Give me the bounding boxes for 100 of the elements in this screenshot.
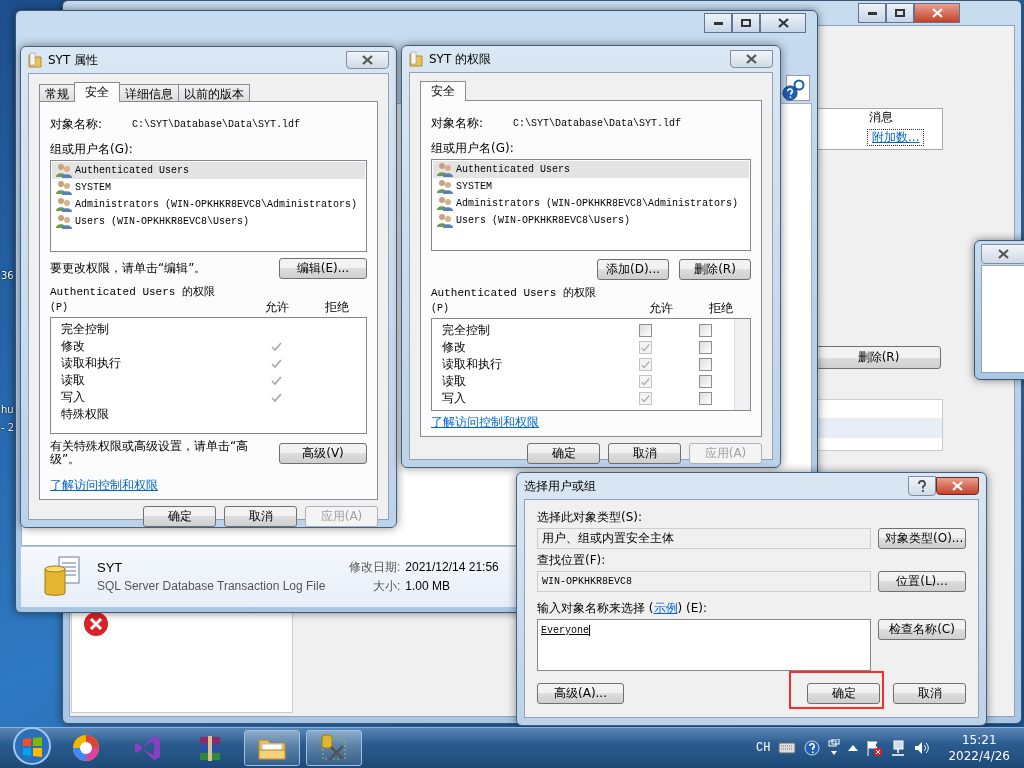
add-button[interactable]: 添加(D)... [597,259,669,280]
flag-icon[interactable] [866,740,883,756]
user-item[interactable]: Users (WIN-OPKHKR8EVC8\Users) [52,213,365,230]
network-icon[interactable] [890,740,907,756]
language-indicator[interactable]: CH [756,740,771,756]
field-label: 查找位置(F): [537,553,607,568]
location-button[interactable]: 位置(L)... [878,571,966,592]
help-button[interactable] [908,476,936,496]
advanced-button[interactable]: 高级(A)... [537,683,624,704]
start-button[interactable] [12,726,52,768]
up-arrow-icon[interactable] [848,744,859,752]
advanced-button[interactable]: 高级(V) [279,442,367,464]
dialog-button[interactable]: 确定 [143,506,216,527]
user-item[interactable]: Authenticated Users [52,162,365,179]
clock[interactable]: 15:21 2022/4/26 [948,732,1010,764]
close-icon [998,249,1009,259]
help-icon [918,480,926,492]
maximize-icon [741,19,751,27]
user-name: Authenticated Users [75,164,190,178]
tab[interactable]: 以前的版本 [178,84,250,101]
user-item[interactable]: Authenticated Users [433,161,749,178]
user-name: SYSTEM [75,181,111,195]
user-name: Users (WIN-OPKHKR8EVC8\Users) [75,215,250,229]
user-item[interactable]: SYSTEM [52,179,365,196]
close-button[interactable] [760,13,806,33]
desktop-label: hu [1,403,14,417]
cancel-button[interactable]: 取消 [893,683,966,704]
close-button[interactable] [936,477,979,495]
close-button[interactable] [914,3,960,23]
checkbox[interactable] [638,324,652,337]
close-icon [777,18,789,28]
permission-title: Authenticated Users 的权限 [431,286,598,301]
permission-name: 读取 [61,373,86,388]
user-name: Authenticated Users [456,163,571,177]
help-link[interactable]: 了解访问控制和权限 [50,478,158,492]
close-icon [931,8,943,18]
object-name-input[interactable]: Everyone [537,619,871,671]
clock-time: 15:21 [961,732,997,748]
field-label: 对象名称: [431,116,484,131]
check-names-button[interactable]: 检查名称(C) [878,619,966,640]
taskbar-button[interactable] [244,730,300,766]
ok-button[interactable]: 确定 [807,682,880,704]
close-button[interactable] [981,244,1024,264]
dialog-button[interactable]: 取消 [224,506,297,527]
user-name: SYSTEM [456,180,492,194]
user-item[interactable]: SYSTEM [433,178,749,195]
scrollbar[interactable] [734,319,750,410]
tab[interactable]: 详细信息 [119,84,179,101]
column-header: 拒绝 [324,300,350,315]
column-header: 允许 [264,300,290,315]
help-icon[interactable] [782,85,798,101]
user-name: Administrators (WIN-OPKHKR8EVC8\Administrators) [75,198,358,212]
checkbox[interactable] [698,375,712,388]
field-label: 输入对象名称来选择 (示例) (E): [537,601,708,616]
column-header: 拒绝 [708,301,734,316]
close-button[interactable] [730,50,773,68]
object-path: C:\SYT\Database\Data\SYT.ldf [132,118,301,132]
message-link[interactable]: 附加数... [867,129,925,146]
user-item[interactable]: Administrators (WIN-OPKHKR8EVC8\Administrators) [52,196,365,213]
speaker-icon[interactable] [914,740,931,756]
folder-icon [409,51,423,67]
dialog-button[interactable]: 确定 [527,443,600,464]
ribbon-icon [134,734,162,762]
delete-button[interactable]: 删除(R) [816,346,941,369]
tab[interactable]: 安全 [74,82,120,102]
minimize-button[interactable] [858,3,886,23]
window-switch-icon[interactable] [828,739,841,757]
modified-label: 修改日期: [349,560,401,575]
taskbar-button[interactable] [306,730,362,766]
permission-title: Authenticated Users 的权限 [50,285,217,300]
permission-name: 写入 [442,391,467,406]
tab[interactable]: 安全 [420,81,466,101]
maximize-icon [895,9,905,17]
help-link[interactable]: 了解访问控制和权限 [431,415,539,429]
users-icon [437,213,453,228]
object-type-button[interactable]: 对象类型(O)... [878,528,966,549]
user-item[interactable]: Administrators (WIN-OPKHKR8EVC8\Administrators) [433,195,749,212]
users-icon [56,163,72,178]
tab[interactable]: 常规 [39,84,75,101]
user-item[interactable]: Users (WIN-OPKHKR8EVC8\Users) [433,212,749,229]
start-icon [12,726,52,766]
user-name: Administrators (WIN-OPKHKR8EVC8\Administrators) [456,197,739,211]
minimize-button[interactable] [704,13,732,33]
size-value: 1.00 MB [405,579,452,594]
checkbox[interactable] [698,392,712,405]
edit-button[interactable]: 编辑(E)... [279,258,367,279]
permission-name: 修改 [442,340,467,355]
checkbox[interactable] [698,358,712,371]
permission-name: 读取 [442,374,467,389]
maximize-button[interactable] [732,13,760,33]
example-link[interactable]: 示例 [653,601,678,615]
maximize-button[interactable] [886,3,914,23]
checkbox[interactable] [698,324,712,337]
remove-button[interactable]: 删除(R) [679,259,751,280]
dialog-button[interactable]: 取消 [608,443,681,464]
column-header: 消息 [869,110,893,125]
hint-text: 要更改权限，请单击“编辑”。 [50,261,207,276]
close-button[interactable] [346,51,389,69]
checkbox[interactable] [698,341,712,354]
keyboard-icon[interactable] [778,742,797,754]
